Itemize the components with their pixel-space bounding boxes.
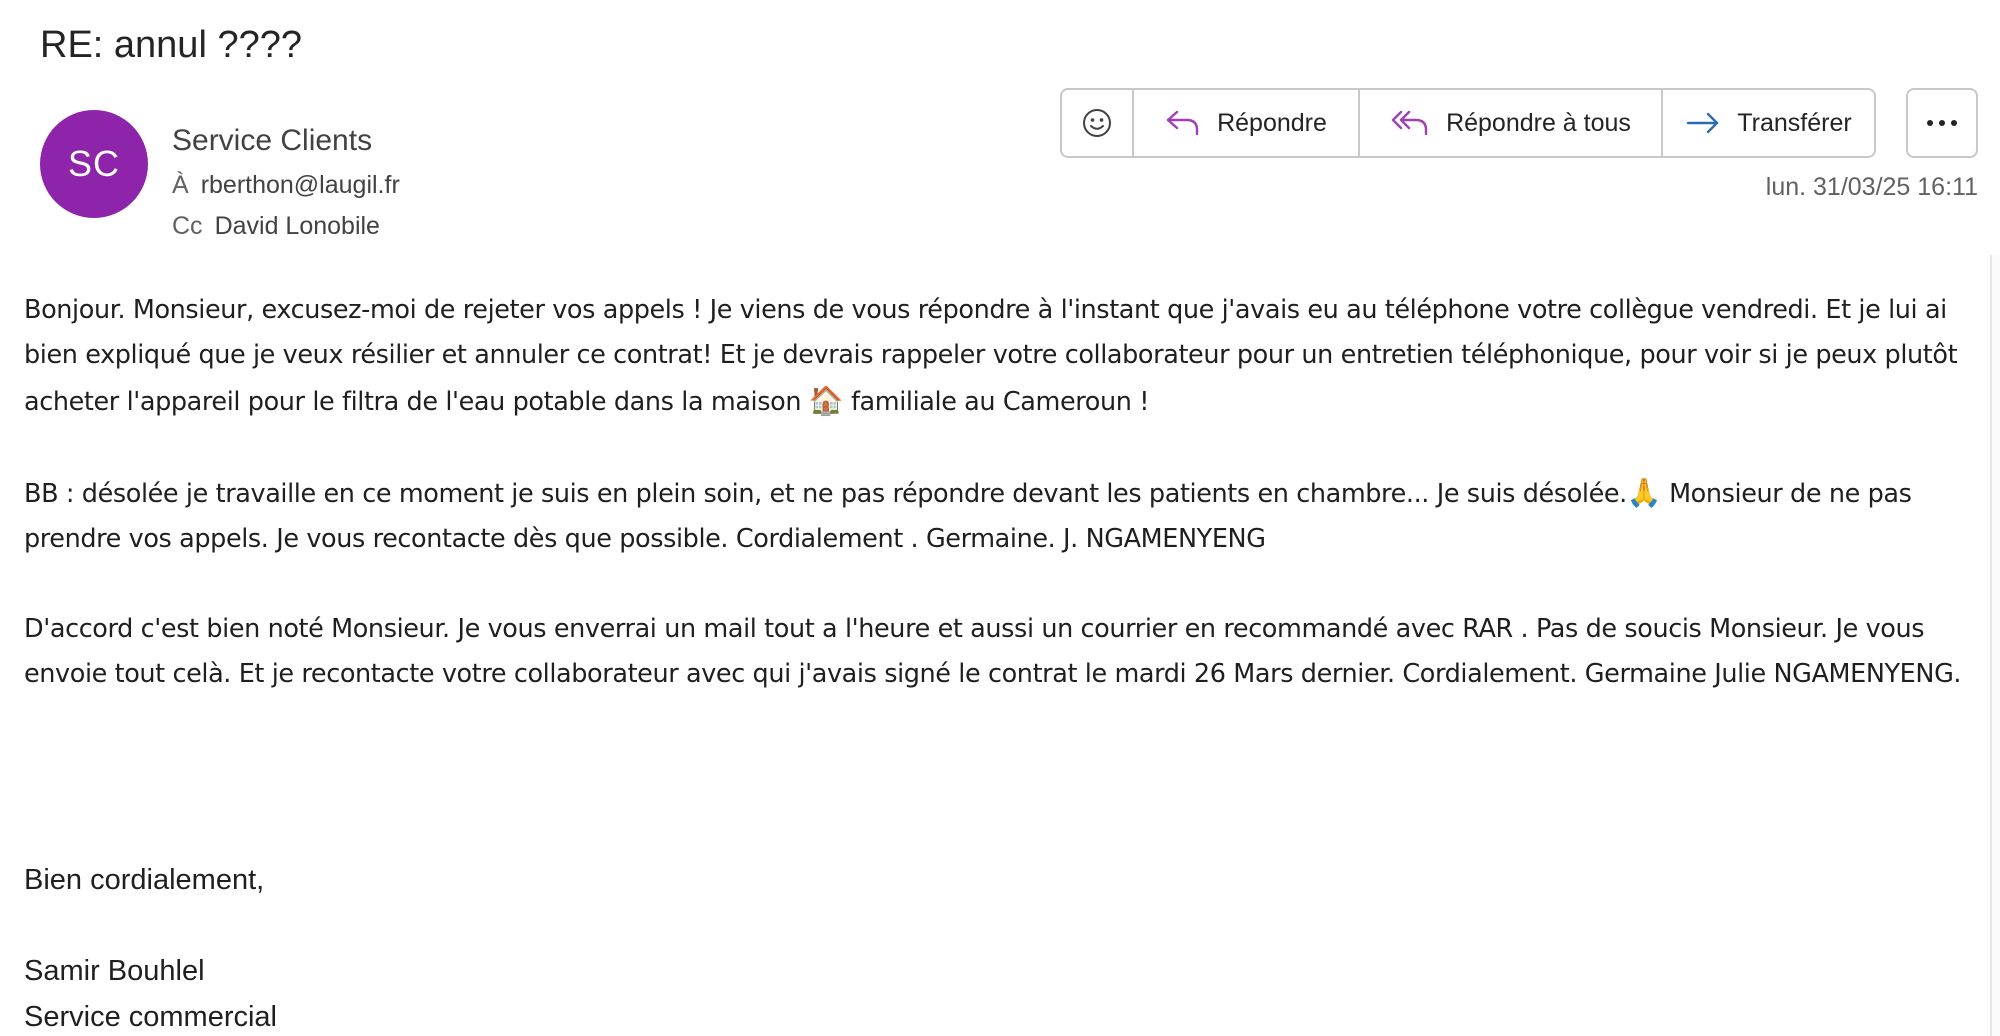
smiley-icon [1083,109,1111,137]
cc-recipient[interactable]: David Lonobile [215,212,380,240]
reading-pane-scrollbar[interactable] [1990,255,2000,1036]
avatar-initials: SC [67,143,120,184]
to-label: À [172,171,189,199]
to-recipients: Àrberthon@laugil.fr [172,171,400,200]
sender-avatar[interactable]: SC [40,110,148,218]
reply-button[interactable]: Répondre [1134,90,1360,156]
forward-button[interactable]: Transférer [1663,90,1874,156]
more-dots-icon [1927,120,1957,126]
reply-icon [1166,110,1199,136]
message-body: Bonjour. Monsieur, excusez-moi de rejete… [24,288,1982,742]
to-recipient[interactable]: rberthon@laugil.fr [201,171,400,199]
message-action-bar: Répondre Répondre à tous Transférer [1060,88,1876,158]
cc-recipients: Cc David Lonobile [172,212,380,241]
reply-all-icon [1391,110,1428,136]
body-paragraph: D'accord c'est bien noté Monsieur. Je vo… [24,607,1982,697]
signature-department: Service commercial [24,1001,277,1033]
house-emoji-icon: 🏠 [808,384,844,417]
reply-all-button[interactable]: Répondre à tous [1360,90,1663,156]
body-text-segment: familiale au Cameroun ! [850,387,1150,417]
message-timestamp: lun. 31/03/25 16:11 [1765,173,1978,201]
sender-name[interactable]: Service Clients [172,124,372,158]
cc-label: Cc [172,212,203,240]
forward-label: Transférer [1737,108,1852,137]
reply-all-label: Répondre à tous [1446,108,1631,137]
folded-hands-emoji-icon: 🙏 [1626,476,1662,509]
more-actions-button[interactable] [1906,88,1978,158]
body-paragraph: Bonjour. Monsieur, excusez-moi de rejete… [24,288,1982,425]
forward-arrow-icon [1687,112,1719,134]
body-text-segment: BB : désolée je travaille en ce moment j… [24,479,1627,509]
reply-label: Répondre [1217,108,1327,137]
body-text-segment: D'accord c'est bien noté Monsieur. Je vo… [24,614,1962,689]
body-paragraph: BB : désolée je travaille en ce moment j… [24,470,1982,562]
signature-greeting: Bien cordialement, [24,864,265,896]
email-subject: RE: annul ???? [40,24,302,66]
reaction-button[interactable] [1062,90,1134,156]
signature-name: Samir Bouhlel [24,955,205,987]
